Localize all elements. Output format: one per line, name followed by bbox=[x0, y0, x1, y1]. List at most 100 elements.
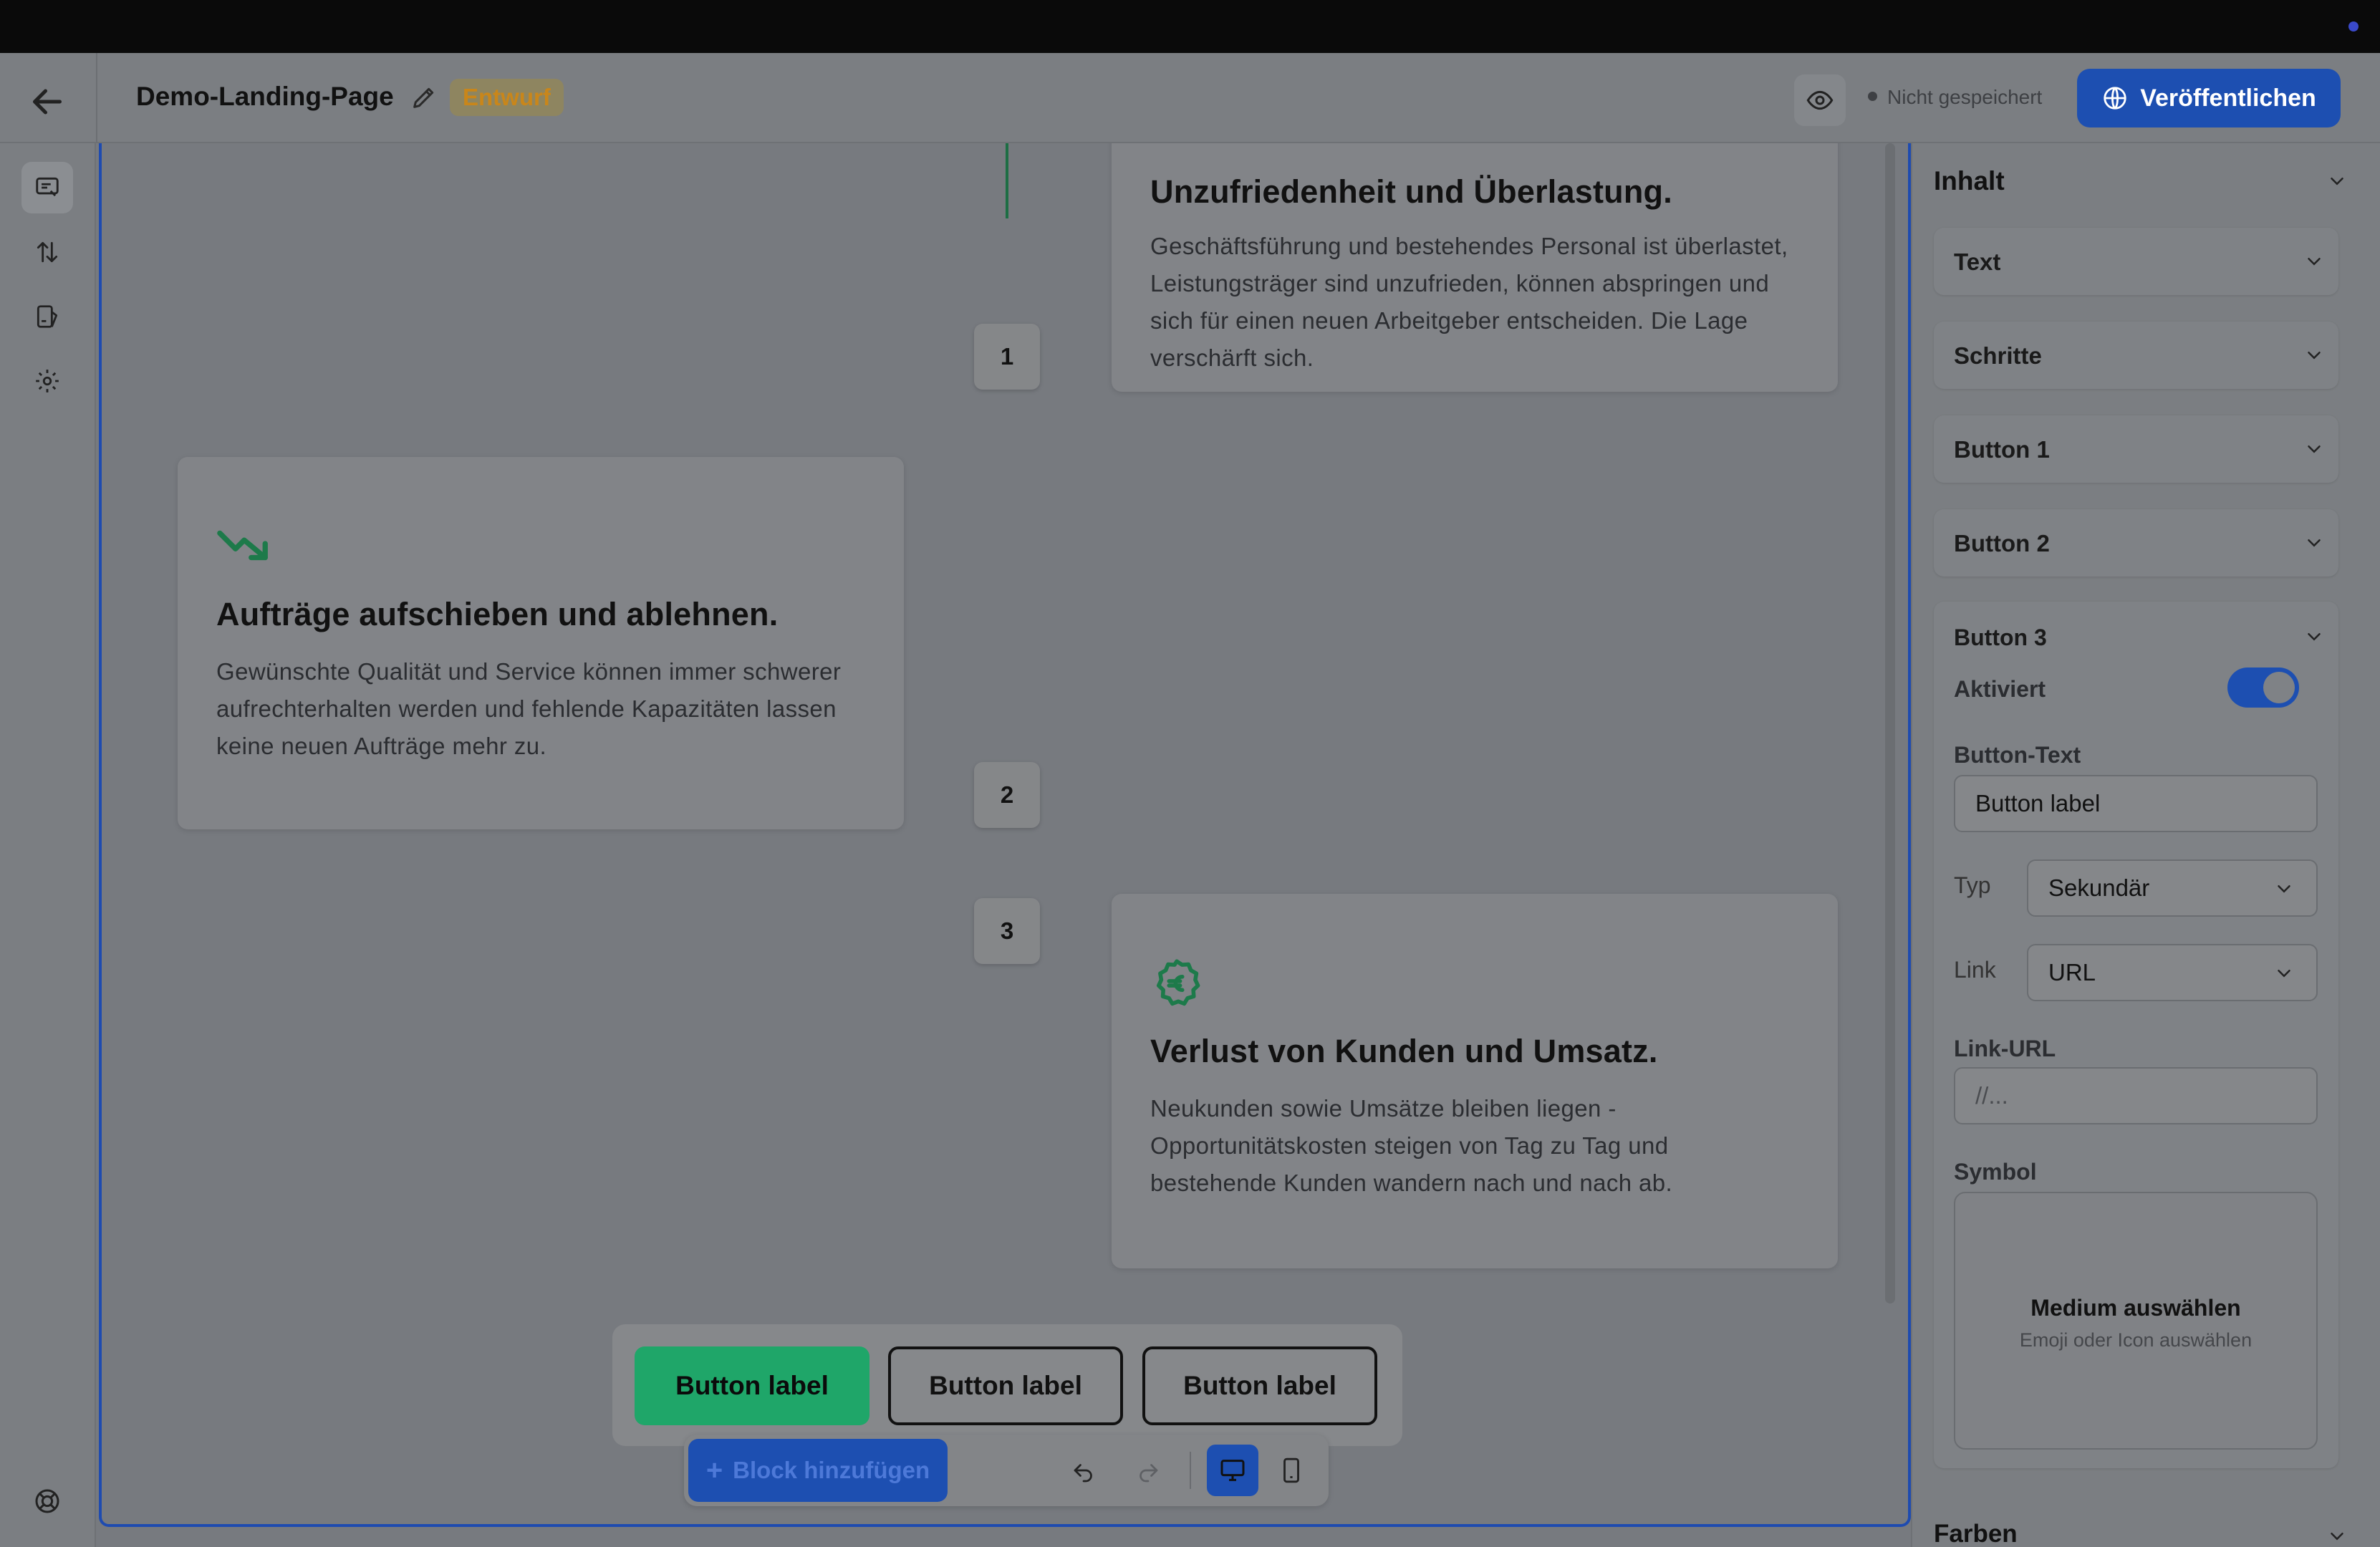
chevron-down-icon bbox=[2308, 445, 2321, 453]
sidebar-item-sort[interactable] bbox=[21, 226, 73, 278]
chevron-down-icon bbox=[2308, 258, 2321, 266]
step-number-2: 2 bbox=[974, 762, 1040, 828]
cta-button-3[interactable]: Button label bbox=[1142, 1346, 1377, 1425]
layout-edit-icon bbox=[36, 177, 59, 197]
accordion-label: Button 1 bbox=[1954, 436, 2050, 463]
page-title: Demo-Landing-Page bbox=[136, 82, 394, 111]
desktop-icon bbox=[1220, 1460, 1245, 1481]
save-status: Nicht gespeichert bbox=[1868, 86, 2042, 109]
button-group-block[interactable]: Button label Button label Button label bbox=[612, 1324, 1402, 1446]
sidebar-item-editor[interactable] bbox=[21, 162, 73, 213]
type-select-value: Sekundär bbox=[2048, 874, 2150, 901]
sidebar-item-help[interactable] bbox=[21, 1475, 73, 1527]
accordion-text[interactable]: Text bbox=[1934, 228, 2338, 295]
link-select[interactable]: URL bbox=[2027, 944, 2318, 1001]
cta-button-1[interactable]: Button label bbox=[635, 1346, 869, 1425]
accordion-button-2[interactable]: Button 2 bbox=[1934, 509, 2338, 577]
step-number-1: 1 bbox=[974, 324, 1040, 390]
preview-button[interactable] bbox=[1794, 74, 1846, 126]
step-title: Aufträge aufschieben und ablehnen. bbox=[216, 596, 779, 632]
accordion-label: Schritte bbox=[1954, 342, 2042, 369]
enabled-label: Aktiviert bbox=[1954, 676, 2046, 702]
symbol-label: Symbol bbox=[1954, 1159, 2037, 1185]
undo-icon bbox=[1074, 1464, 1092, 1483]
redo-button[interactable] bbox=[1122, 1445, 1174, 1496]
status-badge: Entwurf bbox=[450, 79, 564, 116]
chevron-down-icon[interactable] bbox=[2326, 1526, 2348, 1547]
timeline-line bbox=[1006, 143, 1008, 218]
trend-down-icon bbox=[217, 530, 268, 561]
add-block-label: Block hinzufügen bbox=[733, 1457, 930, 1483]
accordion-colors[interactable]: Farben bbox=[1934, 1520, 2018, 1547]
step-card-1[interactable]: Unzufriedenheit und Überlastung. Geschäf… bbox=[1112, 143, 1838, 392]
step-text: Gewünschte Qualität und Service können i… bbox=[216, 658, 842, 759]
palette-icon bbox=[37, 305, 58, 328]
mobile-icon bbox=[1283, 1457, 1299, 1483]
step-card-3[interactable]: Verlust von Kunden und Umsatz. Neukunden… bbox=[1112, 894, 1838, 1268]
chevron-up-icon[interactable] bbox=[2303, 626, 2325, 647]
page: { "header": { "title": "Demo-Landing-Pag… bbox=[0, 0, 2380, 1547]
chevron-down-icon bbox=[2308, 352, 2321, 360]
euro-badge-icon bbox=[1156, 959, 1200, 1006]
globe-icon bbox=[2104, 87, 2126, 110]
header-bar: Demo-Landing-Page Entwurf Nicht gespeich… bbox=[0, 53, 2380, 143]
step-number-3: 3 bbox=[974, 898, 1040, 964]
left-sidebar bbox=[0, 143, 96, 1547]
link-url-input[interactable]: //... bbox=[1954, 1067, 2318, 1124]
accordion-button-1[interactable]: Button 1 bbox=[1934, 415, 2338, 483]
media-picker-title: Medium auswählen bbox=[2030, 1295, 2241, 1321]
pencil-icon[interactable] bbox=[410, 83, 438, 112]
link-select-value: URL bbox=[2048, 959, 2096, 985]
mobile-view-button[interactable] bbox=[1266, 1445, 1317, 1496]
media-picker[interactable]: Medium auswählen Emoji oder Icon auswähl… bbox=[1954, 1192, 2318, 1450]
type-select[interactable]: Sekundär bbox=[2027, 859, 2318, 917]
canvas-scrollbar[interactable] bbox=[1885, 143, 1895, 1303]
publish-button[interactable]: Veröffentlichen bbox=[2077, 69, 2341, 127]
chevron-down-icon[interactable] bbox=[2326, 170, 2348, 192]
eye-icon bbox=[1806, 90, 1834, 110]
toolbar-divider bbox=[1190, 1452, 1191, 1489]
accordion-steps[interactable]: Schritte bbox=[1934, 322, 2338, 389]
editor-canvas[interactable]: Unzufriedenheit und Überlastung. Geschäf… bbox=[99, 143, 1911, 1527]
enabled-toggle[interactable] bbox=[2227, 668, 2299, 708]
type-label: Typ bbox=[1954, 872, 1991, 898]
cta-button-2[interactable]: Button label bbox=[888, 1346, 1123, 1425]
gear-icon bbox=[36, 370, 59, 392]
header-divider bbox=[96, 53, 97, 143]
lifebuoy-icon bbox=[35, 1489, 59, 1513]
step-title: Unzufriedenheit und Überlastung. bbox=[1150, 173, 1672, 210]
plus-icon: + bbox=[705, 1455, 723, 1486]
floating-toolbar: + Block hinzufügen bbox=[684, 1435, 1329, 1506]
accordion-button-3: Button 3 Aktiviert Button-Text Button la… bbox=[1934, 602, 2338, 1468]
undo-button[interactable] bbox=[1058, 1445, 1109, 1496]
save-status-text: Nicht gespeichert bbox=[1887, 86, 2043, 108]
status-dot-icon bbox=[2348, 21, 2359, 32]
sort-arrows-icon bbox=[37, 241, 58, 263]
button-text-input[interactable]: Button label bbox=[1954, 775, 2318, 832]
chevron-down-icon bbox=[2308, 539, 2321, 547]
accordion-label: Text bbox=[1954, 249, 2001, 275]
link-label: Link bbox=[1954, 957, 1996, 983]
publish-label: Veröffentlichen bbox=[2140, 84, 2316, 112]
media-picker-hint: Emoji oder Icon auswählen bbox=[2019, 1329, 2253, 1351]
step-text: Geschäftsführung und bestehendes Persona… bbox=[1150, 233, 1788, 371]
link-url-label: Link-URL bbox=[1954, 1036, 2056, 1061]
properties-panel: Inhalt Text Schritte Button 1 Button 2 B… bbox=[1911, 143, 2380, 1547]
save-status-dot-icon bbox=[1868, 92, 1877, 102]
step-text: Neukunden sowie Umsätze bleiben liegen -… bbox=[1150, 1095, 1673, 1196]
button-text-label: Button-Text bbox=[1954, 742, 2081, 768]
redo-icon bbox=[1140, 1464, 1158, 1483]
toggle-knob bbox=[2263, 672, 2295, 703]
desktop-view-button[interactable] bbox=[1207, 1445, 1258, 1496]
add-block-button[interactable]: + Block hinzufügen bbox=[688, 1439, 948, 1502]
sidebar-item-settings[interactable] bbox=[21, 355, 73, 407]
sidebar-item-design[interactable] bbox=[21, 291, 73, 342]
back-arrow-icon[interactable] bbox=[26, 80, 69, 123]
accordion-label: Button 2 bbox=[1954, 530, 2050, 556]
os-top-bar bbox=[0, 0, 2380, 53]
chevron-down-icon bbox=[2278, 970, 2290, 978]
chevron-down-icon bbox=[2278, 885, 2290, 893]
step-card-2[interactable]: Aufträge aufschieben und ablehnen. Gewün… bbox=[178, 457, 904, 829]
accordion-label[interactable]: Button 3 bbox=[1954, 625, 2047, 651]
step-title: Verlust von Kunden und Umsatz. bbox=[1150, 1033, 1658, 1069]
